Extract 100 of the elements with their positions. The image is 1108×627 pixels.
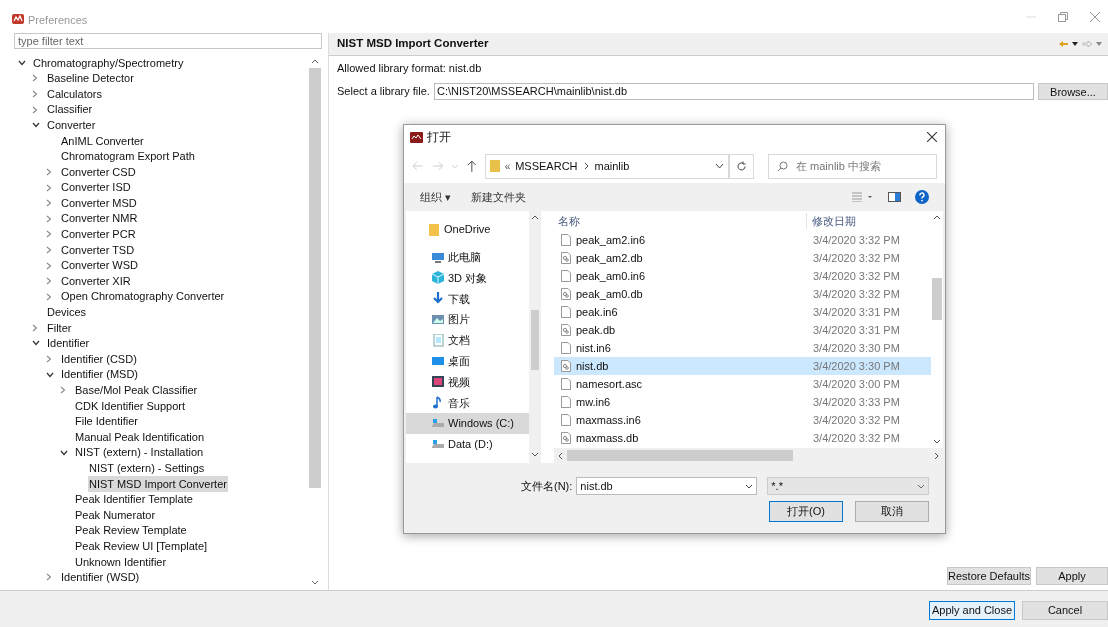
tree-item[interactable]: Converter XIR	[60, 272, 132, 290]
scroll-up-icon[interactable]	[531, 215, 539, 220]
file-row[interactable]: peak_am0.db 3/4/2020 3:32 PM	[554, 285, 931, 303]
scroll-down-icon[interactable]	[933, 439, 941, 444]
file-type-dropdown[interactable]: *.*	[767, 477, 930, 495]
breadcrumb-item[interactable]: mainlib	[594, 157, 630, 175]
file-row[interactable]: maxmass.in6 3/4/2020 3:32 PM	[554, 411, 931, 429]
scroll-left-icon[interactable]	[558, 451, 563, 460]
tree-item[interactable]: Classifier	[46, 101, 94, 118]
tree-item[interactable]: Manual Peak Identification	[74, 428, 206, 446]
column-header[interactable]: 修改日期	[807, 212, 856, 229]
help-icon[interactable]	[915, 190, 929, 204]
restore-defaults-button[interactable]: Restore Defaults	[947, 567, 1031, 585]
apply-button[interactable]: Apply	[1036, 567, 1108, 585]
tree-item[interactable]: AnIML Converter	[60, 132, 145, 149]
scrollbar-thumb[interactable]	[932, 278, 942, 320]
tree-item[interactable]: Calculators	[46, 85, 104, 103]
tree-item[interactable]: Converter PCR	[60, 226, 137, 243]
file-row[interactable]: peak_am0.in6 3/4/2020 3:32 PM	[554, 267, 931, 285]
apply-and-close-button[interactable]: Apply and Close	[929, 601, 1015, 620]
nav-item[interactable]: Windows (C:)	[406, 413, 529, 434]
file-row[interactable]: maxmass.db 3/4/2020 3:32 PM	[554, 429, 931, 447]
dropdown-caret-icon[interactable]	[714, 163, 724, 169]
scrollbar-thumb[interactable]	[567, 450, 793, 461]
nav-item[interactable]: 音乐	[406, 392, 529, 414]
tree-item[interactable]: Identifier (CSD)	[60, 350, 138, 368]
restore-icon[interactable]	[1058, 12, 1068, 22]
organize-menu[interactable]: 组织 ▾	[420, 188, 452, 206]
scroll-up-icon[interactable]	[933, 215, 941, 220]
nav-item[interactable]: 视频	[406, 371, 529, 393]
tree-item[interactable]: NIST (extern) - Installation	[74, 444, 205, 461]
cancel-button[interactable]: 取消	[855, 501, 929, 522]
tree-item[interactable]: NIST MSD Import Converter	[88, 475, 228, 493]
tree-item[interactable]: CDK Identifier Support	[74, 397, 187, 415]
tree-item[interactable]: Open Chromatography Converter	[60, 288, 226, 305]
nav-item[interactable]: 此电脑	[406, 246, 529, 268]
tree-item[interactable]: Peak Review Template	[74, 522, 188, 539]
tree-item[interactable]: Identifier	[46, 335, 91, 352]
tree-item[interactable]: Converter MSD	[60, 194, 138, 212]
file-row[interactable]: nist.in6 3/4/2020 3:30 PM	[554, 339, 931, 357]
new-folder-button[interactable]: 新建文件夹	[471, 188, 527, 206]
tree-item[interactable]: Converter WSD	[60, 257, 140, 274]
tree-item[interactable]: Peak Numerator	[74, 506, 157, 524]
tree-item[interactable]: Identifier (MSD)	[60, 366, 140, 383]
scroll-down-icon[interactable]	[311, 580, 319, 585]
tree-item[interactable]: Peak Identifier Template	[74, 491, 194, 508]
file-row[interactable]: peak.db 3/4/2020 3:31 PM	[554, 321, 931, 339]
file-row[interactable]: nist.db 3/4/2020 3:30 PM	[554, 357, 931, 375]
up-arrow-icon[interactable]	[466, 160, 477, 172]
breadcrumb-item[interactable]: MSSEARCH	[515, 157, 578, 175]
tree-item[interactable]: NIST (extern) - Settings	[88, 460, 206, 477]
file-row[interactable]: mw.in6 3/4/2020 3:33 PM	[554, 393, 931, 411]
tree-item[interactable]: Peak Review UI [Template]	[74, 537, 209, 555]
scrollbar-thumb[interactable]	[531, 310, 539, 370]
tree-item[interactable]: Base/Mol Peak Classifier	[74, 382, 199, 399]
tree-item[interactable]: File Identifier	[74, 413, 139, 430]
open-button[interactable]: 打开(O)	[769, 501, 843, 522]
tree-item[interactable]: Converter NMR	[60, 210, 139, 227]
filter-field[interactable]: type filter text	[14, 33, 322, 49]
cancel-button[interactable]: Cancel	[1022, 601, 1108, 620]
file-name-field[interactable]: nist.db	[576, 477, 758, 495]
scrollbar-thumb[interactable]	[309, 68, 321, 488]
path-overflow[interactable]: «	[504, 158, 511, 174]
close-icon[interactable]	[927, 132, 937, 142]
library-file-field[interactable]: C:\NIST20\MSSEARCH\mainlib\nist.db	[433, 82, 1034, 100]
back-icon[interactable]	[1058, 40, 1080, 48]
dropdown-caret-icon[interactable]	[745, 483, 754, 489]
tree-item[interactable]: Chromatogram Export Path	[60, 148, 196, 165]
tree-item[interactable]: Identifier (WSD)	[60, 569, 141, 586]
scroll-right-icon[interactable]	[934, 451, 939, 460]
browse-button[interactable]: Browse...	[1038, 82, 1108, 100]
file-row[interactable]: peak.in6 3/4/2020 3:31 PM	[554, 303, 931, 321]
nav-item[interactable]: OneDrive	[406, 219, 529, 240]
tree-item[interactable]: Unknown Identifier	[74, 553, 168, 571]
scroll-down-icon[interactable]	[531, 452, 539, 457]
file-row[interactable]: peak_am2.in6 3/4/2020 3:32 PM	[554, 231, 931, 249]
file-icon	[561, 342, 571, 354]
nav-item[interactable]: Data (D:)	[406, 433, 529, 455]
preview-pane-icon[interactable]	[888, 192, 901, 202]
column-header[interactable]: 名称	[554, 212, 807, 229]
tree-item[interactable]: Converter ISD	[60, 179, 132, 196]
tree-item[interactable]: Filter	[46, 319, 73, 337]
file-row[interactable]: peak_am2.db 3/4/2020 3:32 PM	[554, 249, 931, 267]
scroll-up-icon[interactable]	[311, 59, 319, 64]
horizontal-scrollbar[interactable]	[554, 448, 943, 463]
nav-item[interactable]: 图片	[406, 309, 529, 330]
file-row[interactable]: namesort.asc 3/4/2020 3:00 PM	[554, 375, 931, 393]
tree-item[interactable]: Chromatography/Spectrometry	[32, 54, 185, 72]
nav-item[interactable]: 桌面	[406, 350, 529, 372]
search-field[interactable]: 在 mainlib 中搜索	[768, 153, 937, 179]
tree-item[interactable]: Devices	[46, 304, 88, 321]
tree-item[interactable]: Converter	[46, 116, 97, 134]
nav-item[interactable]: 文档	[406, 330, 529, 351]
view-options-icon[interactable]	[852, 192, 874, 202]
tree-item[interactable]: Converter CSD	[60, 163, 137, 181]
nav-item[interactable]: 3D 对象	[406, 267, 529, 289]
nav-item[interactable]: 下载	[406, 288, 529, 310]
tree-item[interactable]: Baseline Detector	[46, 70, 135, 87]
address-bar[interactable]: « MSSEARCH mainlib	[484, 153, 729, 179]
tree-item[interactable]: Converter TSD	[60, 241, 136, 259]
